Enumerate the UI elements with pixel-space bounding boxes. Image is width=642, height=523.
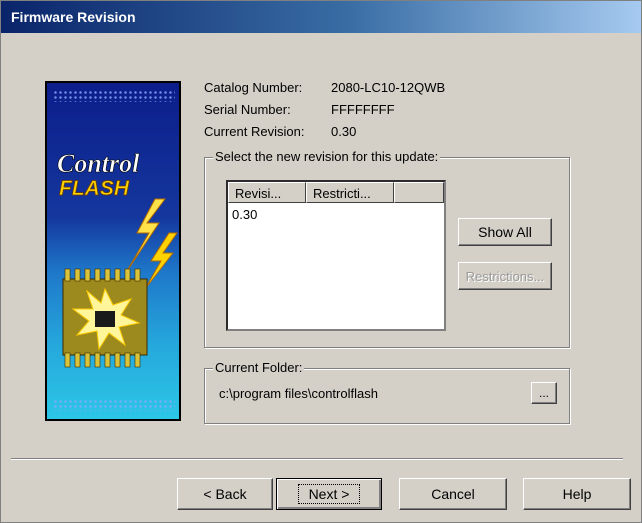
chip-icon [62,268,148,368]
cancel-button[interactable]: Cancel [399,478,507,510]
revision-group-caption: Select the new revision for this update: [213,149,441,165]
revision-listview[interactable]: Revisi... Restricti... 0.30 [226,180,446,331]
banner-control-text: Control [57,149,140,178]
browse-folder-button[interactable]: ... [531,382,557,404]
catalog-number-label: Catalog Number: [204,80,303,95]
column-header-filler [394,182,444,203]
back-button[interactable]: < Back [177,478,273,510]
show-all-button[interactable]: Show All [458,218,552,246]
revision-list-header: Revisi... Restricti... [228,182,444,205]
controlflash-banner: Control FLASH [45,81,181,421]
catalog-number-value: 2080-LC10-12QWB [331,80,446,95]
firmware-revision-dialog: Firmware Revision Control FLASH Catalog … [0,0,642,523]
help-button[interactable]: Help [523,478,631,510]
column-header-revision[interactable]: Revisi... [228,182,306,203]
list-item[interactable]: 0.30 [232,207,257,223]
next-button-label: Next > [297,484,361,504]
serial-number-value: FFFFFFFF [331,102,395,117]
banner-dot-pattern-bottom [53,399,175,411]
current-revision-value: 0.30 [331,124,357,139]
next-button[interactable]: Next > [276,478,382,510]
current-folder-caption: Current Folder: [213,360,305,376]
restrictions-button[interactable]: Restrictions... [458,262,552,290]
footer-separator [11,458,623,460]
revision-cell: 0.30 [232,207,258,222]
column-header-restriction[interactable]: Restricti... [306,182,394,203]
current-revision-label: Current Revision: [204,124,305,139]
controlflash-logo: Control FLASH [57,149,178,368]
serial-number-label: Serial Number: [204,102,291,117]
current-folder-path: c:\program files\controlflash [219,386,378,401]
title-bar[interactable]: Firmware Revision [1,1,641,33]
banner-flash-text: FLASH [59,177,130,200]
